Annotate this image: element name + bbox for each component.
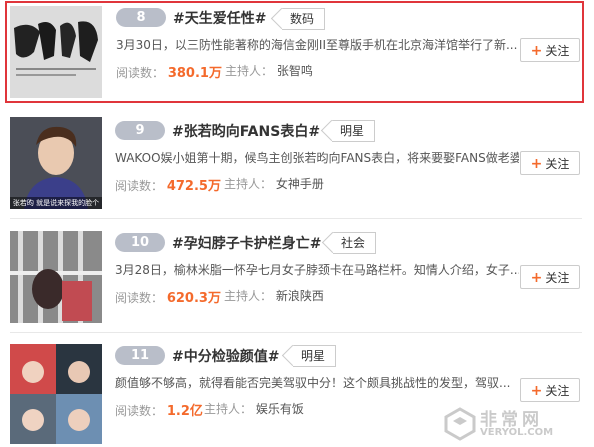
read-label: 阅读数：	[115, 291, 164, 305]
divider	[10, 218, 582, 219]
plus-icon: +	[530, 43, 543, 59]
read-count: 阅读数： 472.5万	[115, 175, 221, 194]
thumbnail-caption: 张若昀 就是说来探我的脸个人	[10, 197, 102, 209]
list-item[interactable]: 8 #天生爱任性# 数码 3月30日，以三防性能著称的海信金刚II至尊版手机在北…	[5, 1, 584, 103]
host-name[interactable]: 娱乐有饭	[256, 402, 304, 416]
topic-title[interactable]: #孕妇脖子卡护栏身亡#	[172, 233, 321, 253]
follow-button[interactable]: + 关注	[520, 378, 580, 402]
logo-icon	[444, 407, 476, 441]
topic-title[interactable]: #天生爱任性#	[173, 8, 266, 28]
read-count-value: 1.2亿	[166, 404, 203, 419]
rank-badge: 9	[115, 121, 165, 140]
topic-description: WAKOO娱小姐第十期，候鸟主创张若昀向FANS表白，将来要娶FANS做老婆..…	[115, 151, 519, 165]
follow-button[interactable]: + 关注	[520, 38, 580, 62]
list-item[interactable]: 10 #孕妇脖子卡护栏身亡# 社会 3月28日，榆林米脂一怀孕七月女子脖颈卡在马…	[10, 231, 582, 329]
watermark-url: VERYOL.COM	[480, 427, 554, 438]
rank-badge: 10	[115, 233, 165, 252]
topic-thumbnail[interactable]	[10, 6, 102, 98]
host-label: 主持人：	[224, 289, 273, 303]
list-item[interactable]: 张若昀 就是说来探我的脸个人 9 #张若昀向FANS表白# 明星 WAKOO娱小…	[10, 117, 582, 215]
category-tag[interactable]: 社会	[333, 232, 377, 254]
topic-description: 3月28日，榆林米脂一怀孕七月女子脖颈卡在马路栏杆。知情人介绍，女子...	[115, 263, 519, 277]
read-label: 阅读数：	[115, 404, 164, 418]
railing-scene-image	[10, 231, 102, 323]
read-count: 阅读数： 380.1万	[116, 62, 222, 81]
read-count-value: 472.5万	[166, 179, 221, 194]
read-label: 阅读数：	[116, 66, 165, 80]
topic-thumbnail[interactable]	[10, 231, 102, 323]
topic-title[interactable]: #中分检验颜值#	[172, 346, 279, 366]
read-label: 阅读数：	[115, 179, 164, 193]
site-watermark: 非常网 VERYOL.COM	[443, 405, 583, 443]
host-info: 主持人： 新浪陕西	[224, 287, 324, 304]
read-count-value: 380.1万	[167, 66, 222, 81]
host-name[interactable]: 新浪陕西	[276, 289, 324, 303]
host-label: 主持人：	[204, 402, 253, 416]
read-count-value: 620.3万	[166, 291, 221, 306]
read-count: 阅读数： 620.3万	[115, 287, 221, 306]
host-label: 主持人：	[225, 64, 274, 78]
plus-icon: +	[530, 270, 543, 286]
topic-thumbnail[interactable]	[10, 344, 102, 444]
calligraphy-poster-image	[10, 6, 102, 98]
host-label: 主持人：	[224, 177, 273, 191]
actor-portrait-image	[10, 117, 102, 209]
category-tag[interactable]: 数码	[282, 8, 326, 30]
rank-badge: 8	[116, 8, 166, 27]
topic-description: 颜值够不够高，就得看能否完美驾驭中分！这个颇具挑战性的发型，驾驭...	[115, 376, 511, 390]
read-count: 阅读数： 1.2亿	[115, 400, 203, 419]
category-tag[interactable]: 明星	[332, 120, 376, 142]
host-info: 主持人： 张智鸣	[225, 62, 313, 79]
follow-button[interactable]: + 关注	[520, 151, 580, 175]
host-info: 主持人： 娱乐有饭	[204, 400, 304, 417]
category-tag[interactable]: 明星	[293, 345, 337, 367]
topic-thumbnail[interactable]: 张若昀 就是说来探我的脸个人	[10, 117, 102, 209]
topic-description: 3月30日，以三防性能著称的海信金刚II至尊版手机在北京海洋馆举行了新...	[116, 38, 518, 52]
divider	[10, 332, 582, 333]
host-name[interactable]: 女神手册	[276, 177, 324, 191]
plus-icon: +	[530, 156, 543, 172]
rank-badge: 11	[115, 346, 165, 365]
follow-button[interactable]: + 关注	[520, 265, 580, 289]
plus-icon: +	[530, 383, 543, 399]
topic-title[interactable]: #张若昀向FANS表白#	[172, 121, 320, 141]
host-info: 主持人： 女神手册	[224, 175, 324, 192]
host-name[interactable]: 张智鸣	[277, 64, 313, 78]
celebrity-collage-image	[10, 344, 102, 444]
